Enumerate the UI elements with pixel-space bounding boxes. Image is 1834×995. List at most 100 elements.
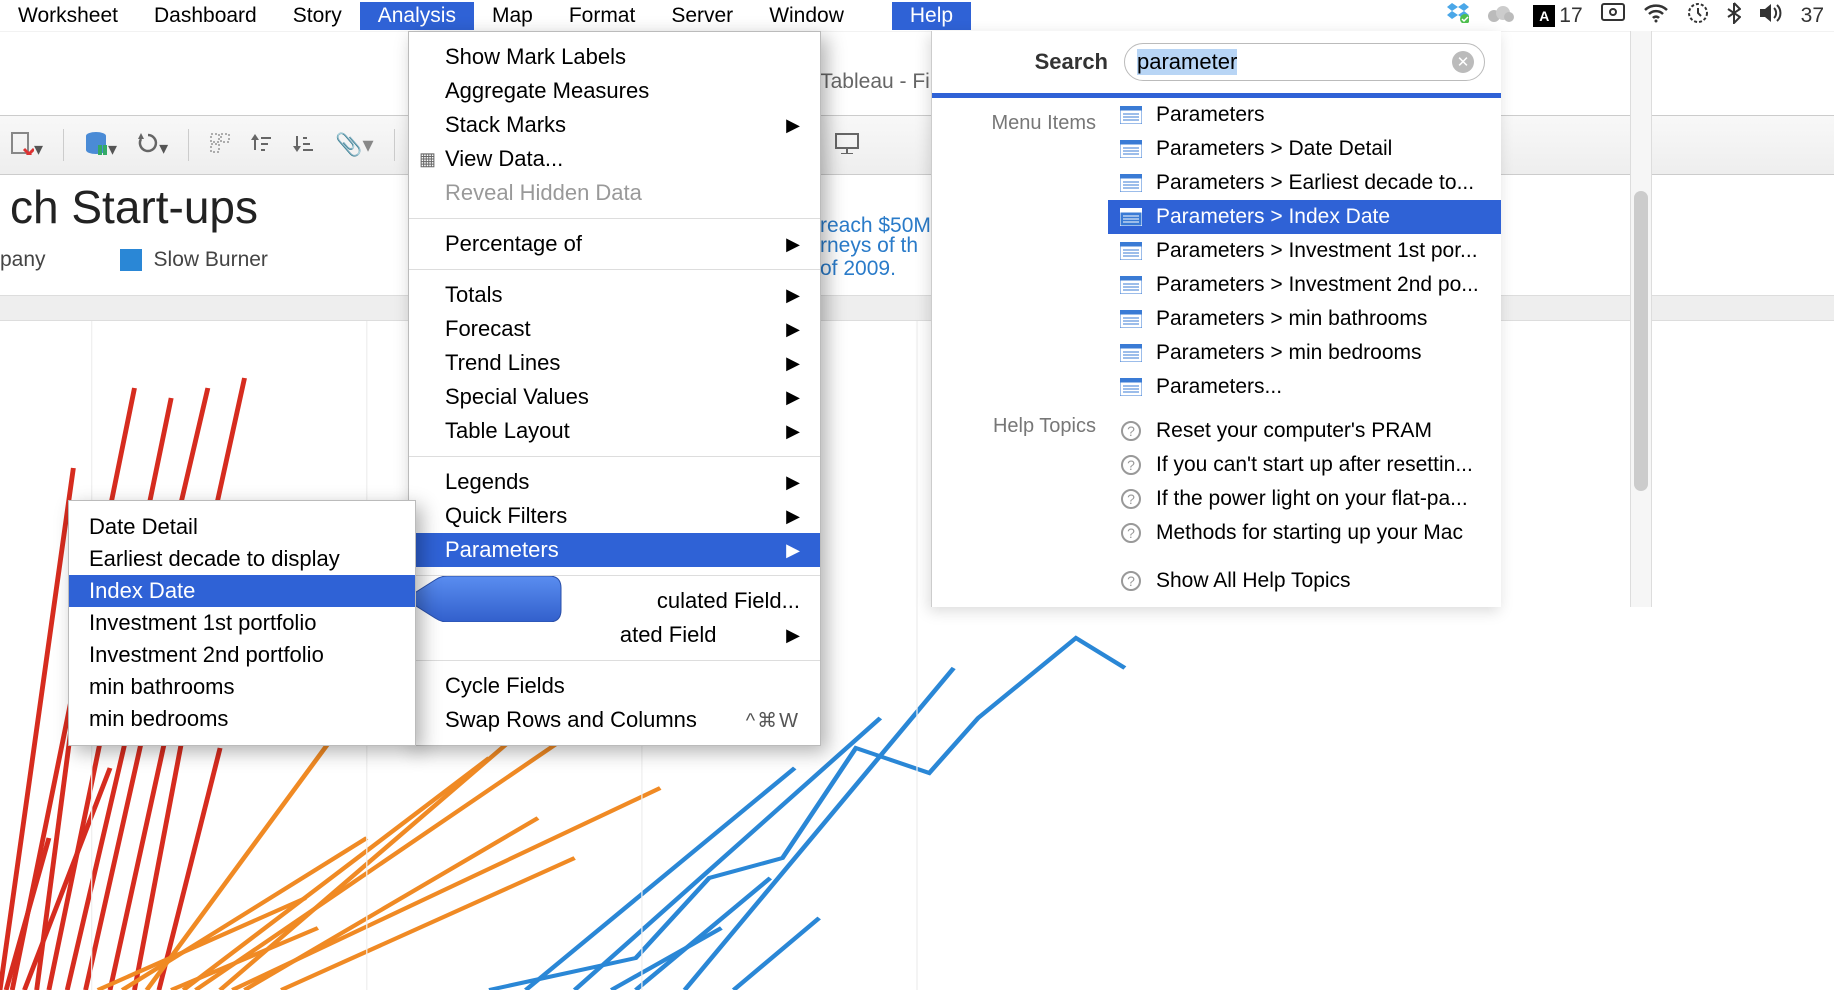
help-result-menuitem[interactable]: Parameters > min bathrooms [1108, 302, 1501, 336]
menu-map[interactable]: Map [474, 2, 551, 30]
display-icon[interactable] [1601, 3, 1625, 28]
app-menus: Worksheet Dashboard Story Analysis Map F… [0, 2, 862, 30]
menu-format[interactable]: Format [551, 2, 654, 30]
help-search-label: Search [932, 49, 1108, 75]
help-icon: ? [1118, 455, 1144, 475]
parameters-submenu: Date Detail Earliest decade to display I… [68, 500, 416, 746]
datasource-icon[interactable]: ▾ [84, 131, 117, 160]
help-result-text: Parameters > Earliest decade to... [1156, 171, 1474, 195]
param-investment-1st[interactable]: Investment 1st portfolio [69, 607, 415, 639]
menuitem-parameters[interactable]: Parameters▶ [409, 533, 820, 567]
shortcut-label: ^⌘W [746, 708, 800, 733]
menuitem-show-mark-labels[interactable]: Show Mark Labels [409, 40, 820, 74]
menu-help[interactable]: Help [892, 2, 971, 30]
show-all-help-topics[interactable]: ? Show All Help Topics [1108, 564, 1501, 598]
help-result-menuitem[interactable]: Parameters > min bedrooms [1108, 336, 1501, 370]
help-result-text: If you can't start up after resettin... [1156, 453, 1473, 477]
menuitem-quick-filters[interactable]: Quick Filters▶ [409, 499, 820, 533]
menuitem-percentage-of[interactable]: Percentage of▶ [409, 227, 820, 261]
help-result-text: Parameters > Investment 1st por... [1156, 239, 1478, 263]
menuitem-totals[interactable]: Totals▶ [409, 278, 820, 312]
menuitem-forecast[interactable]: Forecast▶ [409, 312, 820, 346]
help-result-text: Parameters > Date Detail [1156, 137, 1392, 161]
help-icon: ? [1118, 571, 1144, 591]
menuitem-stack-marks[interactable]: Stack Marks▶ [409, 108, 820, 142]
help-result-topic[interactable]: ?Methods for starting up your Mac [1108, 516, 1501, 550]
system-tray: A 17 37 [1447, 2, 1834, 29]
help-result-menuitem[interactable]: Parameters > Date Detail [1108, 132, 1501, 166]
menuitem-icon [1118, 343, 1144, 363]
help-result-text: Parameters > Investment 2nd po... [1156, 273, 1479, 297]
param-investment-2nd[interactable]: Investment 2nd portfolio [69, 639, 415, 671]
sort-desc-icon[interactable] [293, 132, 315, 159]
clear-sheet-icon[interactable]: ▾ [10, 131, 43, 160]
help-result-topic[interactable]: ?If the power light on your flat-pa... [1108, 482, 1501, 516]
help-result-menuitem[interactable]: Parameters > Investment 2nd po... [1108, 268, 1501, 302]
attach-icon[interactable]: 📎▾ [335, 132, 373, 158]
menu-analysis[interactable]: Analysis [360, 2, 474, 30]
menuitem-trend-lines[interactable]: Trend Lines▶ [409, 346, 820, 380]
help-result-text: Methods for starting up your Mac [1156, 521, 1463, 545]
param-date-detail[interactable]: Date Detail [69, 511, 415, 543]
group-icon[interactable] [209, 132, 231, 159]
submenu-arrow-icon: ▶ [786, 353, 800, 374]
submenu-arrow-icon: ▶ [786, 540, 800, 561]
submenu-arrow-icon: ▶ [786, 234, 800, 255]
adobe-icon[interactable]: A 17 [1533, 4, 1582, 28]
help-result-menuitem[interactable]: Parameters > Earliest decade to... [1108, 166, 1501, 200]
param-index-date[interactable]: Index Date [69, 575, 415, 607]
help-result-text: If the power light on your flat-pa... [1156, 487, 1468, 511]
bluetooth-icon[interactable] [1727, 2, 1741, 29]
wifi-icon[interactable] [1643, 3, 1669, 28]
submenu-arrow-icon: ▶ [786, 472, 800, 493]
subtitle-fragment-2: rneys of th [820, 234, 918, 258]
submenu-arrow-icon: ▶ [786, 387, 800, 408]
grid-icon: ▦ [419, 149, 436, 170]
help-result-text: Parameters [1156, 103, 1265, 127]
help-result-menuitem[interactable]: Parameters... [1108, 370, 1501, 404]
menuitem-swap-rows-columns[interactable]: Swap Rows and Columns^⌘W [409, 703, 820, 737]
param-min-bedrooms[interactable]: min bedrooms [69, 703, 415, 735]
help-result-topic[interactable]: ? If you can't start up after resettin... [1108, 448, 1501, 482]
help-topics-heading: Help Topics [932, 415, 1096, 438]
dropbox-icon[interactable] [1447, 3, 1469, 28]
refresh-icon[interactable]: ▾ [137, 132, 168, 159]
menu-server[interactable]: Server [653, 2, 751, 30]
submenu-arrow-icon: ▶ [786, 506, 800, 527]
help-result-menuitem[interactable]: Parameters > Investment 1st por... [1108, 234, 1501, 268]
menuitem-cycle-fields[interactable]: Cycle Fields [409, 669, 820, 703]
param-min-bathrooms[interactable]: min bathrooms [69, 671, 415, 703]
menuitem-aggregate-measures[interactable]: Aggregate Measures [409, 74, 820, 108]
scrollbar-track[interactable] [1630, 31, 1652, 607]
help-result-topic[interactable]: ?Reset your computer's PRAM [1108, 414, 1501, 448]
submenu-arrow-icon: ▶ [786, 115, 800, 136]
help-search-panel: Search parameter ✕ Menu Items Help Topic… [931, 31, 1501, 607]
cloud-sync-icon[interactable] [1487, 3, 1515, 28]
param-earliest-decade[interactable]: Earliest decade to display [69, 543, 415, 575]
menu-dashboard[interactable]: Dashboard [136, 2, 275, 30]
menuitem-icon [1118, 139, 1144, 159]
menuitem-table-layout[interactable]: Table Layout▶ [409, 414, 820, 448]
volume-icon[interactable] [1759, 3, 1783, 28]
menuitem-view-data[interactable]: ▦View Data... [409, 142, 820, 176]
submenu-arrow-icon: ▶ [786, 319, 800, 340]
menuitem-edit-calculated-field[interactable]: Edit Calculated Field▶ [409, 618, 820, 652]
menuitem-legends[interactable]: Legends▶ [409, 465, 820, 499]
scrollbar-thumb[interactable] [1634, 191, 1648, 491]
presentation-icon[interactable] [834, 132, 860, 159]
menuitem-icon [1118, 377, 1144, 397]
menu-story[interactable]: Story [275, 2, 360, 30]
help-result-menuitem[interactable]: Parameters > Index Date [1108, 200, 1501, 234]
legend-company-label: pany [0, 248, 46, 272]
menu-window[interactable]: Window [751, 2, 862, 30]
help-search-field[interactable]: parameter ✕ [1124, 43, 1485, 81]
timemachine-icon[interactable] [1687, 2, 1709, 29]
help-icon: ? [1118, 421, 1144, 441]
help-result-menuitem[interactable]: Parameters [1108, 98, 1501, 132]
column-header-band [0, 295, 1834, 321]
menu-worksheet[interactable]: Worksheet [0, 2, 136, 30]
sort-asc-icon[interactable] [251, 132, 273, 159]
menuitem-special-values[interactable]: Special Values▶ [409, 380, 820, 414]
legend-slow-burner-label: Slow Burner [154, 248, 268, 272]
clear-search-icon[interactable]: ✕ [1452, 51, 1474, 73]
